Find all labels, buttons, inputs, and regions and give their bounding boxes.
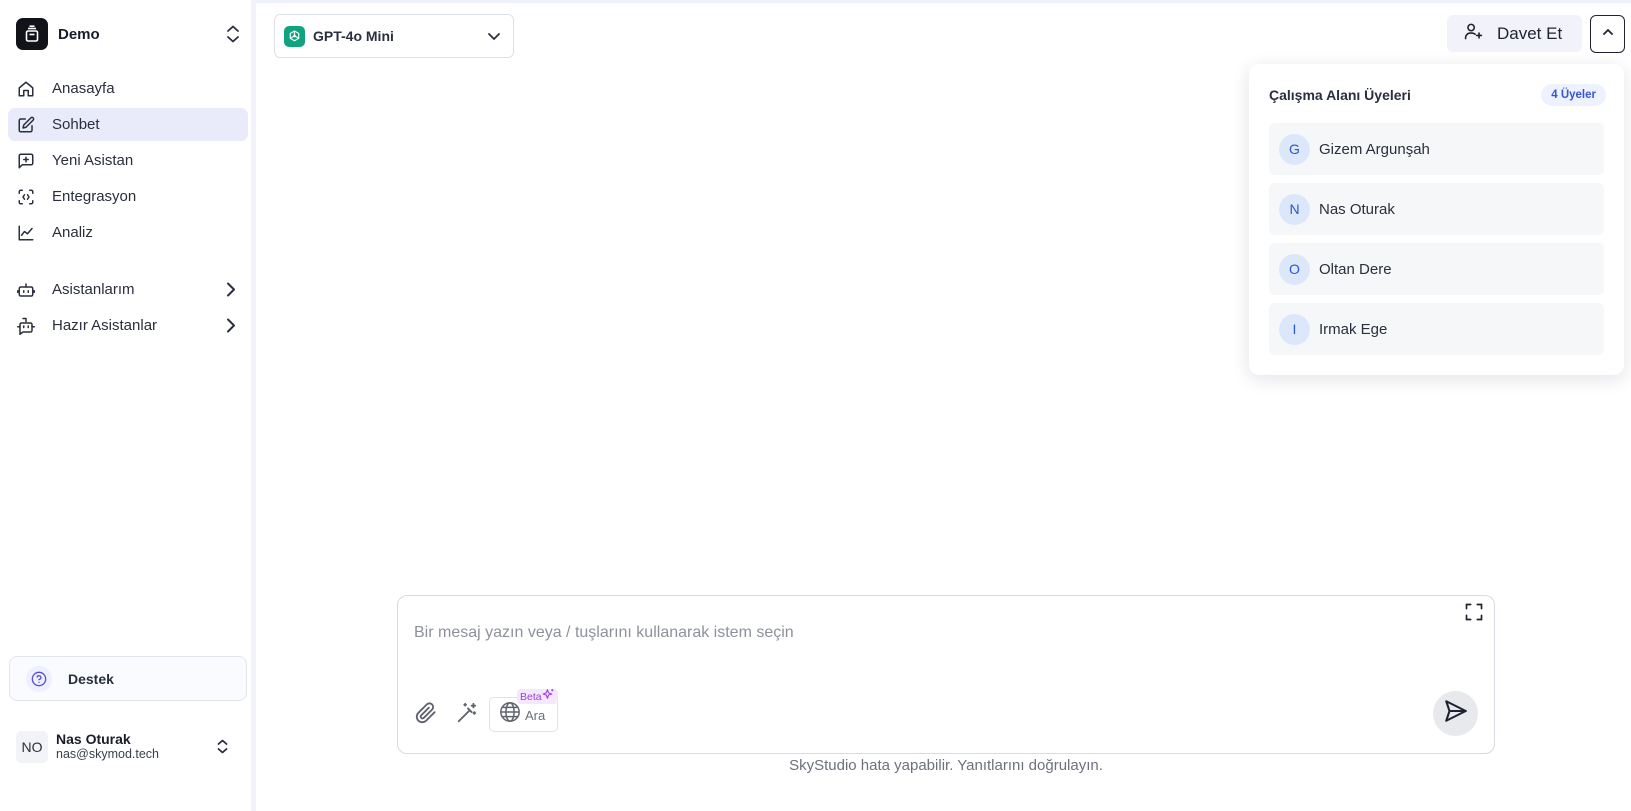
sidebar: Demo Anasayfa Sohbet Yeni Asistan Entegr… bbox=[0, 0, 256, 811]
app-root: Demo Anasayfa Sohbet Yeni Asistan Entegr… bbox=[0, 0, 1631, 811]
nav-item-label: Entegrasyon bbox=[52, 188, 137, 205]
invite-label: Davet Et bbox=[1497, 23, 1563, 43]
nav-item-label: Hazır Asistanlar bbox=[52, 317, 158, 334]
nav-item-label: Asistanlarım bbox=[52, 281, 135, 298]
nav-item-label: Anasayfa bbox=[52, 80, 115, 97]
member-item[interactable]: I Irmak Ege bbox=[1269, 303, 1604, 355]
chevron-up-icon bbox=[1602, 25, 1614, 43]
member-item[interactable]: G Gizem Argunşah bbox=[1269, 123, 1604, 175]
assistant-groups: Asistanlarım Hazır Asistanlar bbox=[8, 273, 248, 345]
search-label: Ara bbox=[525, 708, 546, 723]
edit-icon bbox=[17, 116, 35, 134]
openai-logo-icon bbox=[284, 25, 305, 47]
line-chart-icon bbox=[17, 224, 35, 242]
member-name: Irmak Ege bbox=[1319, 320, 1388, 338]
chevrons-up-down-icon bbox=[217, 739, 228, 759]
chevron-right-icon bbox=[226, 282, 236, 301]
nav-item-sohbet[interactable]: Sohbet bbox=[8, 108, 248, 141]
user-email: nas@skymod.tech bbox=[56, 747, 160, 761]
workspace-logo-icon bbox=[16, 18, 48, 50]
workspace-members-panel: Çalışma Alanı Üyeleri 4 Üyeler G Gizem A… bbox=[1249, 64, 1624, 375]
invite-button[interactable]: Davet Et bbox=[1447, 15, 1582, 52]
model-select[interactable]: GPT-4o Mini bbox=[274, 14, 514, 58]
send-button[interactable] bbox=[1433, 691, 1478, 736]
members-count-badge: 4 Üyeler bbox=[1541, 84, 1606, 106]
member-avatar: N bbox=[1279, 193, 1310, 225]
message-input[interactable] bbox=[414, 624, 1414, 642]
beta-label: Beta bbox=[520, 690, 542, 703]
expand-icon[interactable] bbox=[1462, 600, 1486, 624]
disclaimer-text: SkyStudio hata yapabilir. Yanıtlarını do… bbox=[789, 757, 1103, 774]
code-frame-icon bbox=[17, 188, 35, 206]
message-plus-icon bbox=[17, 152, 35, 170]
member-avatar: G bbox=[1279, 133, 1310, 165]
nav-item-entegrasyon[interactable]: Entegrasyon bbox=[8, 180, 248, 213]
chevrons-up-down-icon bbox=[226, 25, 240, 48]
member-item[interactable]: O Oltan Dere bbox=[1269, 243, 1604, 295]
nav-item-label: Yeni Asistan bbox=[52, 152, 134, 169]
member-name: Nas Oturak bbox=[1319, 200, 1395, 218]
send-icon bbox=[1443, 698, 1469, 729]
magic-wand-icon[interactable] bbox=[453, 699, 481, 727]
user-info: Nas Oturak nas@skymod.tech bbox=[56, 732, 159, 762]
chevron-right-icon bbox=[226, 318, 236, 337]
nav-item-asistanlarim[interactable]: Asistanlarım bbox=[8, 273, 248, 306]
member-name: Oltan Dere bbox=[1319, 260, 1392, 278]
support-button[interactable]: Destek bbox=[9, 656, 247, 701]
paperclip-icon[interactable] bbox=[412, 699, 440, 727]
member-name: Gizem Argunşah bbox=[1319, 140, 1430, 158]
user-menu[interactable]: NO Nas Oturak nas@skymod.tech bbox=[16, 729, 248, 765]
nav-item-hazir-asistanlar[interactable]: Hazır Asistanlar bbox=[8, 309, 248, 342]
collapse-members-button[interactable] bbox=[1590, 15, 1625, 53]
main-nav: Anasayfa Sohbet Yeni Asistan Entegrasyon bbox=[8, 72, 248, 252]
sparkles-icon bbox=[542, 688, 555, 706]
model-name: GPT-4o Mini bbox=[313, 28, 394, 44]
bot-icon bbox=[17, 281, 35, 299]
nav-item-analiz[interactable]: Analiz bbox=[8, 216, 248, 249]
nav-item-yeni-asistan[interactable]: Yeni Asistan bbox=[8, 144, 248, 177]
avatar: NO bbox=[16, 731, 48, 763]
user-name: Nas Oturak bbox=[56, 731, 131, 747]
beta-badge: Beta bbox=[517, 688, 558, 706]
message-composer: Ara Beta bbox=[397, 595, 1495, 754]
home-icon bbox=[17, 80, 35, 98]
support-label: Destek bbox=[68, 670, 114, 687]
workspace-switcher[interactable]: Demo bbox=[16, 17, 248, 51]
member-avatar: O bbox=[1279, 253, 1310, 285]
members-title: Çalışma Alanı Üyeleri bbox=[1269, 87, 1411, 103]
nav-item-label: Sohbet bbox=[52, 116, 100, 133]
web-search-button[interactable]: Ara Beta bbox=[489, 688, 558, 732]
user-plus-icon bbox=[1464, 22, 1483, 46]
workspace-name: Demo bbox=[58, 25, 100, 43]
bot-message-icon bbox=[17, 317, 35, 335]
chevron-down-icon bbox=[487, 29, 501, 48]
help-circle-icon bbox=[26, 665, 52, 692]
member-item[interactable]: N Nas Oturak bbox=[1269, 183, 1604, 235]
member-avatar: I bbox=[1279, 313, 1310, 345]
globe-icon bbox=[499, 701, 521, 728]
nav-item-label: Analiz bbox=[52, 224, 93, 241]
nav-item-anasayfa[interactable]: Anasayfa bbox=[8, 72, 248, 105]
